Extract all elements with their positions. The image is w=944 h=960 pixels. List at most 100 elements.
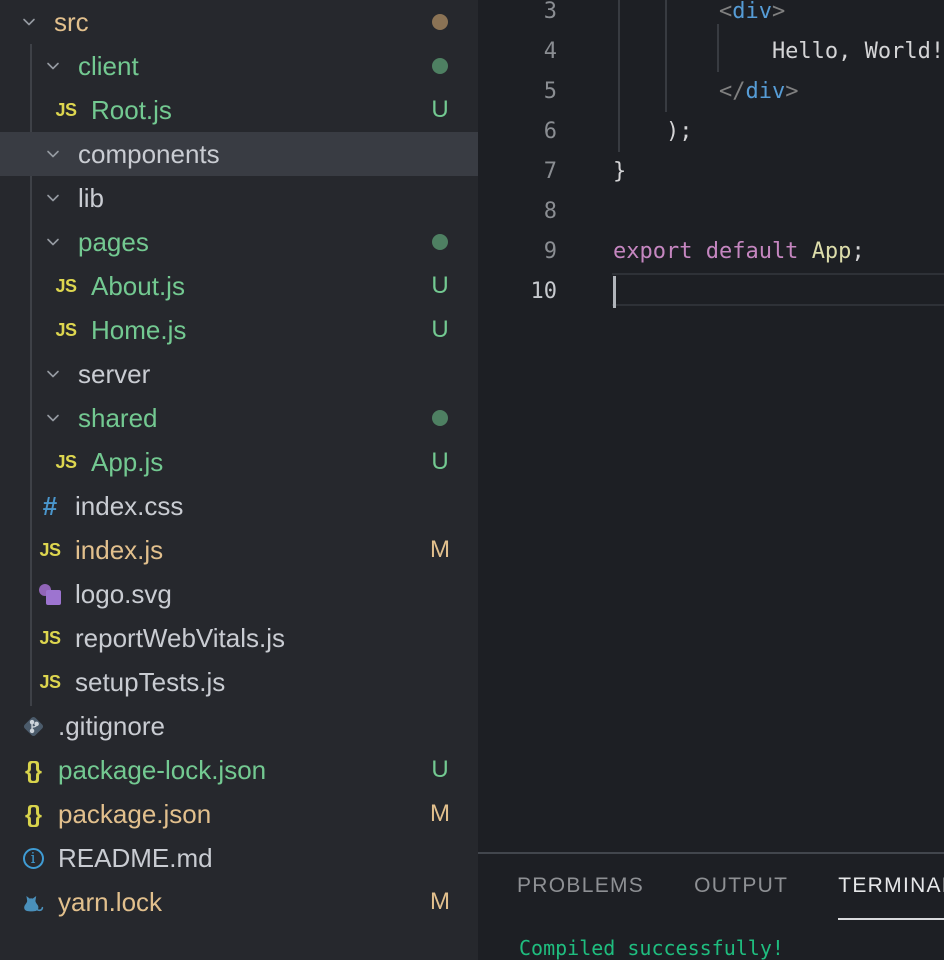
tree-item-label: setupTests.js: [75, 667, 226, 697]
git-status-badge: M: [430, 800, 450, 827]
tree-file-app-js[interactable]: JS App.js U: [0, 440, 478, 484]
code-line[interactable]: 5 </div>: [478, 72, 944, 112]
code-line[interactable]: 3 <div>: [478, 0, 944, 32]
code-text: Hello, World!: [557, 32, 944, 72]
tree-file-yarn-lock[interactable]: yarn.lock M: [0, 880, 478, 924]
line-number: 8: [543, 199, 557, 224]
code-token: div: [745, 79, 786, 104]
chevron-down-icon[interactable]: [44, 409, 62, 427]
code-token: ;: [851, 239, 865, 264]
tree-file-reportwebvitals-js[interactable]: JS reportWebVitals.js: [0, 616, 478, 660]
tree-folder-src[interactable]: src: [0, 0, 478, 44]
line-number: 10: [530, 279, 558, 304]
js-file-icon: JS: [39, 671, 61, 692]
git-status-dot: [428, 14, 452, 30]
tree-folder-client[interactable]: client: [0, 44, 478, 88]
json-file-icon: {}: [25, 756, 42, 783]
chevron-down-icon[interactable]: [44, 57, 62, 75]
tree-file-readme-md[interactable]: i README.md: [0, 836, 478, 880]
js-file-icon: JS: [55, 451, 77, 472]
code-lines: 3 <div> 4 Hello, World! 5 </div> 6 ); 7} 8 9 ex…: [478, 0, 944, 312]
code-token: <: [613, 0, 733, 24]
chevron-down-icon[interactable]: [44, 233, 62, 251]
code-line[interactable]: 4 Hello, World!: [478, 32, 944, 72]
tree-file-package-lock-json[interactable]: {} package-lock.json U: [0, 748, 478, 792]
tree-file-index-css[interactable]: # index.css: [0, 484, 478, 528]
tree-file-logo-svg[interactable]: logo.svg: [0, 572, 478, 616]
git-status-dot: [432, 58, 448, 74]
chevron-down-icon[interactable]: [44, 365, 62, 383]
tree-item-label: App.js: [91, 447, 164, 477]
tree-file-about-js[interactable]: JS About.js U: [0, 264, 478, 308]
tree-folder-pages[interactable]: pages: [0, 220, 478, 264]
tree-item-label: reportWebVitals.js: [75, 623, 286, 653]
tree-folder-components[interactable]: components: [0, 132, 478, 176]
code-line[interactable]: 8: [478, 192, 944, 232]
json-file-icon: {}: [25, 800, 42, 827]
git-icon: [20, 713, 46, 739]
chevron-down-icon[interactable]: [44, 145, 62, 163]
tree-file-home-js[interactable]: JS Home.js U: [0, 308, 478, 352]
tab-problems[interactable]: PROBLEMS: [517, 854, 644, 920]
git-status-badge: U: [431, 448, 449, 475]
line-number: 7: [543, 159, 557, 184]
git-status-badge: U: [431, 316, 449, 343]
readme-info-icon: i: [20, 845, 46, 871]
tree-folder-shared[interactable]: shared: [0, 396, 478, 440]
tree-item-label: .gitignore: [58, 711, 165, 741]
code-text: );: [557, 112, 693, 152]
git-status-badge: U: [431, 96, 449, 123]
tab-output[interactable]: OUTPUT: [694, 854, 788, 920]
line-number: 5: [543, 79, 557, 104]
tree-file--gitignore[interactable]: .gitignore: [0, 704, 478, 748]
git-status-badge: M: [430, 888, 450, 915]
vscode-window: src client JS Root.js Ucomponents lib pages JS A…: [0, 0, 944, 960]
tree-folder-lib[interactable]: lib: [0, 176, 478, 220]
code-token: </: [613, 79, 746, 104]
tree-file-root-js[interactable]: JS Root.js U: [0, 88, 478, 132]
code-token: }: [613, 159, 627, 184]
git-status-dot: [428, 410, 452, 426]
code-text: export default App;: [557, 232, 865, 272]
code-line[interactable]: 7}: [478, 152, 944, 192]
terminal-output[interactable]: Compiled successfully!: [478, 936, 944, 960]
tree-file-setuptests-js[interactable]: JS setupTests.js: [0, 660, 478, 704]
code-line[interactable]: 10: [478, 272, 944, 312]
code-text: }: [557, 152, 626, 192]
code-token: export default: [613, 239, 799, 264]
code-line[interactable]: 9 export default App;: [478, 232, 944, 272]
tree-folder-server[interactable]: server: [0, 352, 478, 396]
tab-terminal[interactable]: TERMINAL: [838, 854, 944, 920]
git-status-badge: U: [431, 756, 449, 783]
js-file-icon: JS: [39, 627, 61, 648]
js-file-icon: JS: [39, 539, 61, 560]
file-tree: src client JS Root.js Ucomponents lib pages JS A…: [0, 0, 478, 924]
bottom-panel: PROBLEMS OUTPUT TERMINAL Compiled successf…: [478, 852, 944, 960]
js-file-icon: JS: [55, 275, 77, 296]
code-line[interactable]: 6 );: [478, 112, 944, 152]
tree-file-index-js[interactable]: JS index.js M: [0, 528, 478, 572]
code-editor[interactable]: 3 <div> 4 Hello, World! 5 </div> 6 ); 7} 8 9 ex…: [478, 0, 944, 852]
yarn-cat-icon: [20, 889, 46, 915]
code-token: div: [732, 0, 772, 24]
git-status-dot: [432, 14, 448, 30]
text-cursor: [613, 276, 616, 308]
tree-item-label: pages: [78, 227, 149, 257]
tree-file-package-json[interactable]: {} package.json M: [0, 792, 478, 836]
tree-item-label: index.css: [75, 491, 184, 521]
tree-item-label: logo.svg: [75, 579, 172, 609]
code-token: >: [785, 79, 799, 104]
line-number: 9: [543, 239, 557, 264]
chevron-down-icon[interactable]: [20, 13, 38, 31]
svg-file-icon: [37, 581, 63, 607]
js-file-icon: JS: [55, 319, 77, 340]
tree-item-label: package.json: [58, 799, 212, 829]
code-token: >: [771, 0, 786, 24]
tree-item-label: client: [78, 51, 139, 81]
tree-item-label: package-lock.json: [58, 755, 267, 785]
tree-item-label: shared: [78, 403, 158, 433]
chevron-down-icon[interactable]: [44, 189, 62, 207]
